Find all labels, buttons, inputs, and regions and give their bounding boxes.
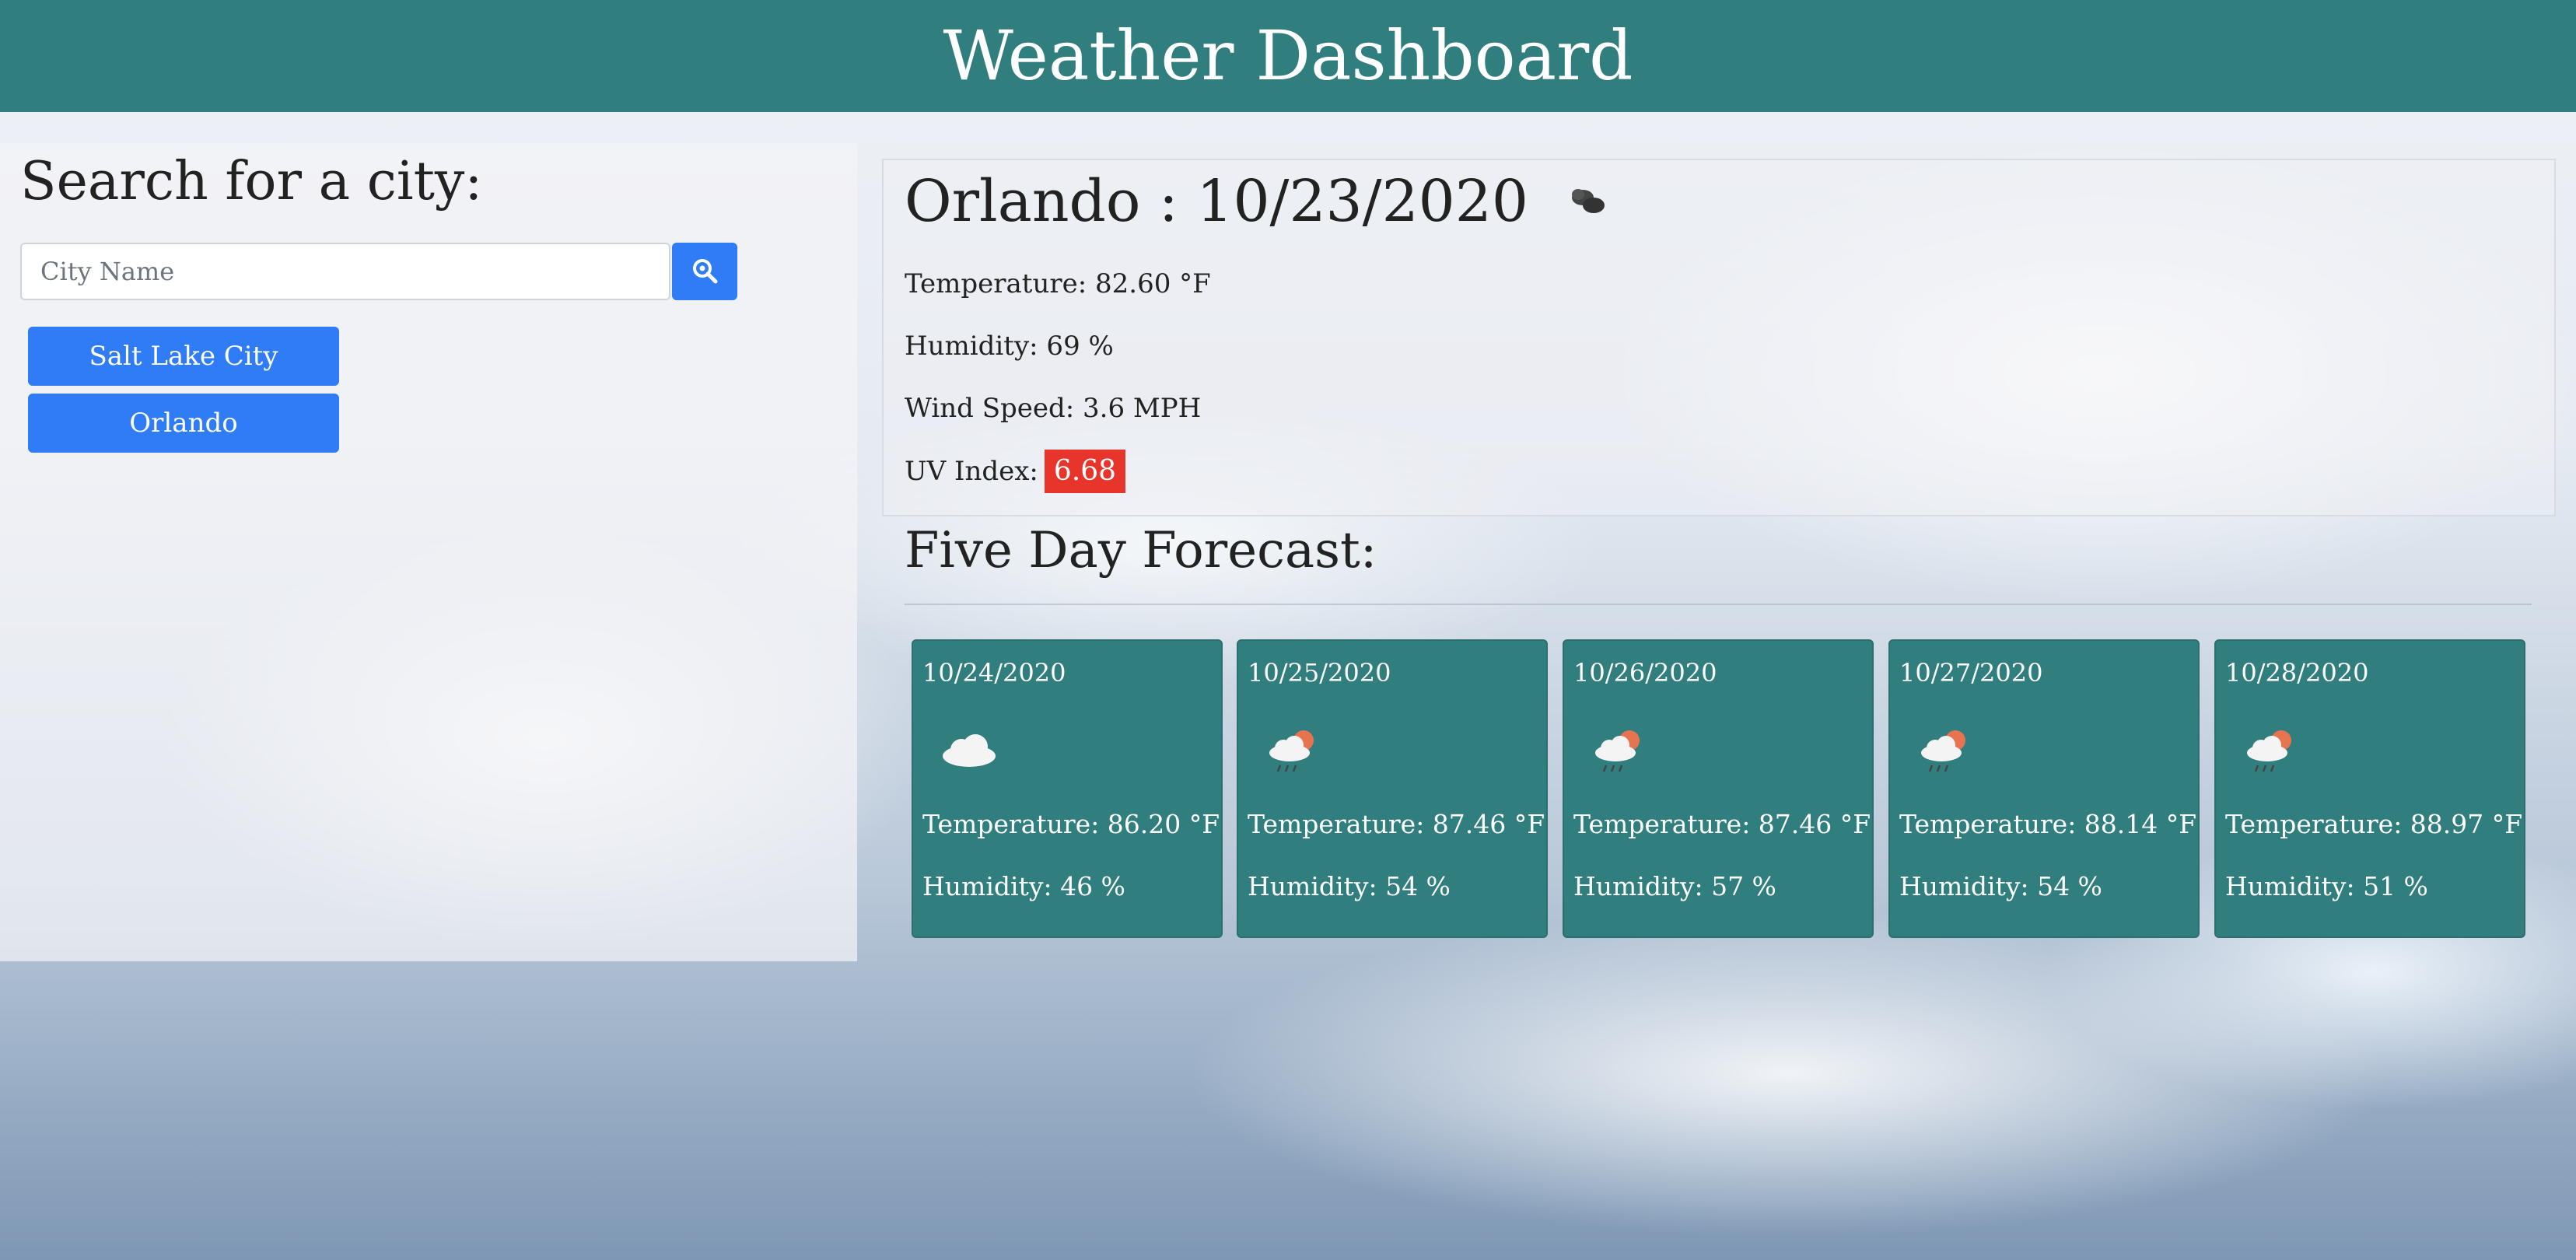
sun-rain-cloud-icon (2241, 726, 2303, 784)
forecast-date: 10/28/2020 (2225, 658, 2369, 688)
current-city-date: Orlando : 10/23/2020 (905, 168, 1528, 235)
forecast-card: 10/27/2020 Temperature: 88.14 °F Humidit… (1888, 639, 2200, 938)
forecast-temperature: Temperature: 88.14 °F (1899, 809, 2197, 839)
forecast-date: 10/26/2020 (1573, 658, 1717, 688)
page-title: Weather Dashboard (943, 16, 1633, 96)
forecast-humidity: Humidity: 57 % (1573, 871, 1776, 901)
current-uv-row: UV Index: 6.68 (905, 450, 1126, 493)
forecast-humidity: Humidity: 54 % (1248, 871, 1451, 901)
forecast-card: 10/28/2020 Temperature: 88.97 °F Humidit… (2214, 639, 2525, 938)
forecast-date: 10/27/2020 (1899, 658, 2043, 688)
header-bar: Weather Dashboard (0, 0, 2576, 112)
current-humidity: Humidity: 69 % (905, 331, 1114, 362)
forecast-date: 10/25/2020 (1248, 658, 1391, 688)
forecast-humidity: Humidity: 46 % (922, 871, 1125, 901)
forecast-temperature: Temperature: 88.97 °F (2225, 809, 2523, 839)
forecast-temperature: Temperature: 86.20 °F (922, 809, 1220, 839)
search-icon (691, 257, 719, 287)
sun-rain-cloud-icon (1263, 726, 1325, 784)
forecast-date: 10/24/2020 (922, 658, 1066, 688)
forecast-divider (905, 604, 2532, 605)
clouds-icon (1564, 173, 1611, 230)
search-button[interactable] (672, 243, 737, 300)
city-search-input[interactable] (20, 243, 670, 300)
history-button-orlando[interactable]: Orlando (28, 394, 339, 453)
uv-index-badge: 6.68 (1044, 450, 1126, 493)
search-title: Search for a city: (20, 151, 483, 212)
current-wind-speed: Wind Speed: 3.6 MPH (905, 393, 1202, 424)
forecast-temperature: Temperature: 87.46 °F (1573, 809, 1871, 839)
sun-rain-cloud-icon (1589, 726, 1651, 784)
current-temperature: Temperature: 82.60 °F (905, 268, 1211, 299)
cloud-icon (938, 726, 1000, 776)
forecast-card: 10/24/2020 Temperature: 86.20 °F Humidit… (912, 639, 1223, 938)
current-city-title: Orlando : 10/23/2020 (905, 173, 1611, 230)
history-button-salt-lake-city[interactable]: Salt Lake City (28, 327, 339, 386)
forecast-card: 10/26/2020 Temperature: 87.46 °F Humidit… (1563, 639, 1874, 938)
forecast-title: Five Day Forecast: (905, 522, 1377, 579)
sun-rain-cloud-icon (1915, 726, 1977, 784)
forecast-card: 10/25/2020 Temperature: 87.46 °F Humidit… (1237, 639, 1548, 938)
uv-label: UV Index: (905, 456, 1038, 487)
forecast-humidity: Humidity: 51 % (2225, 871, 2428, 901)
forecast-humidity: Humidity: 54 % (1899, 871, 2102, 901)
forecast-temperature: Temperature: 87.46 °F (1248, 809, 1545, 839)
